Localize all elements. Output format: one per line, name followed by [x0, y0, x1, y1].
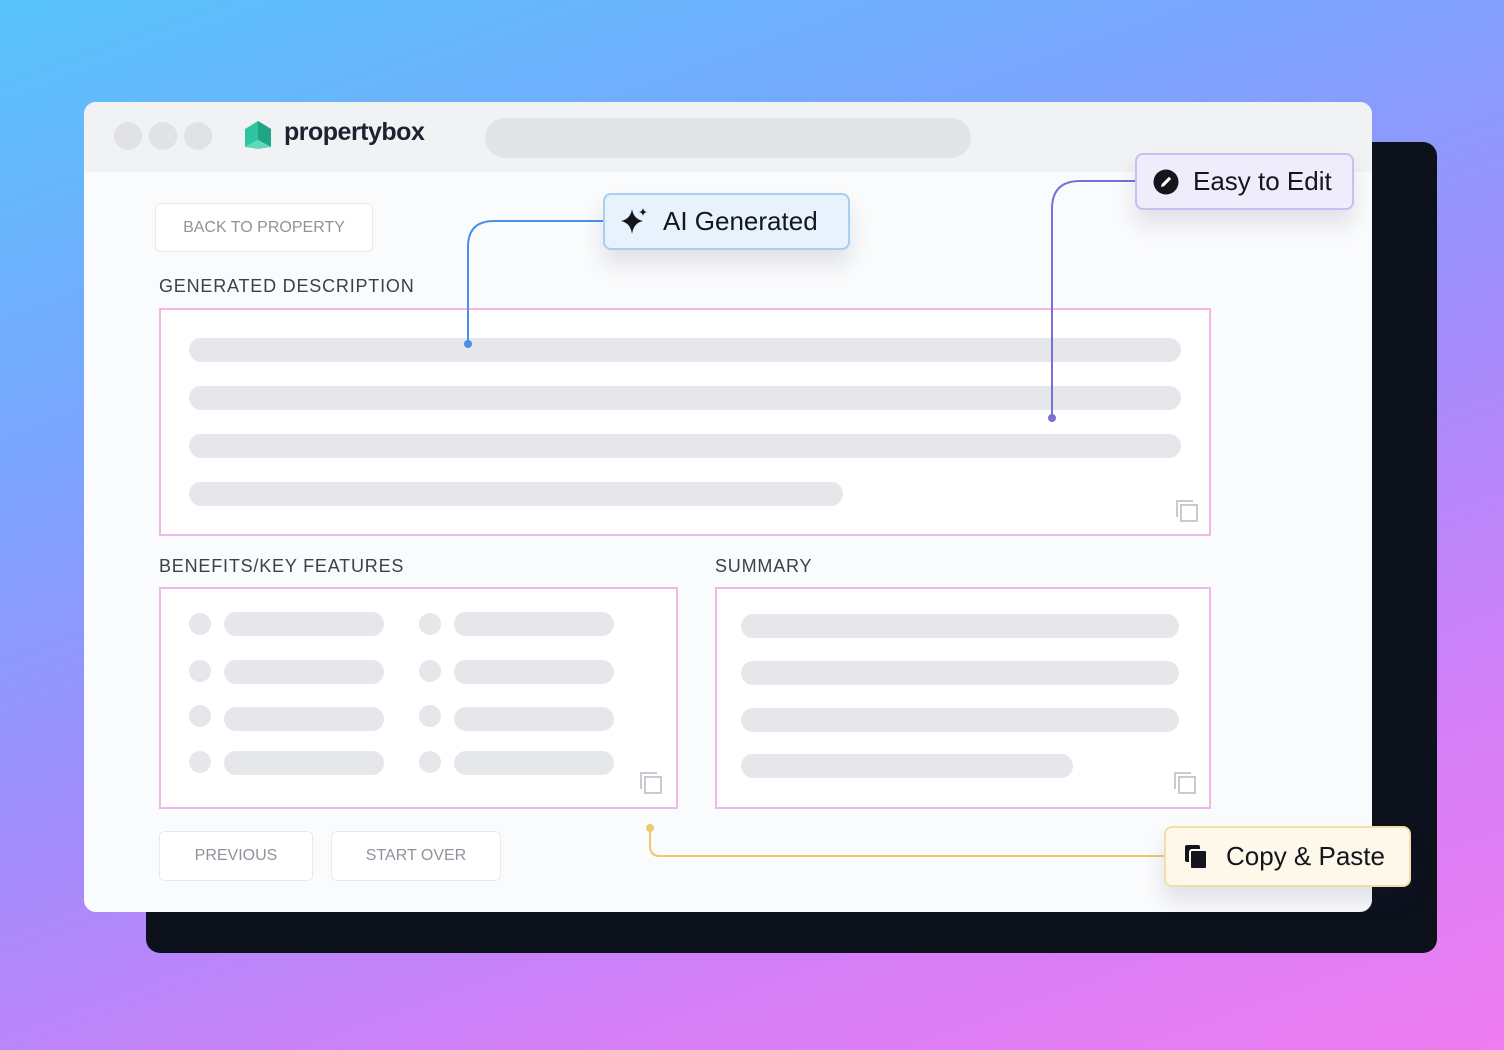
bullet-icon [419, 613, 441, 635]
skeleton-line [189, 338, 1181, 362]
sparkle-icon [619, 207, 649, 237]
benefits-key-features-panel[interactable] [159, 587, 678, 809]
bullet-icon [189, 613, 211, 635]
skeleton-line [741, 754, 1073, 778]
bullet-icon [419, 660, 441, 682]
copy-summary-icon[interactable] [1172, 770, 1198, 796]
start-over-button[interactable]: START OVER [331, 831, 501, 881]
summary-label: SUMMARY [715, 556, 813, 576]
skeleton-line [224, 751, 384, 775]
copy-paste-callout: Copy & Paste [1164, 826, 1411, 887]
window-maximize-dot[interactable] [184, 122, 212, 150]
generated-description-label: GENERATED DESCRIPTION [159, 276, 415, 296]
skeleton-line [224, 660, 384, 684]
generated-description-panel[interactable] [159, 308, 1211, 536]
skeleton-line [224, 612, 384, 636]
back-to-property-button[interactable]: BACK TO PROPERTY [155, 203, 373, 252]
bullet-icon [189, 751, 211, 773]
bullet-icon [189, 705, 211, 727]
copy-icon [1184, 844, 1210, 870]
ai-generated-callout: AI Generated [603, 193, 850, 250]
copy-description-icon[interactable] [1174, 498, 1200, 524]
brand-name: propertybox [284, 118, 425, 146]
ai-generated-label: AI Generated [663, 206, 818, 236]
skeleton-line [454, 660, 614, 684]
easy-to-edit-label: Easy to Edit [1193, 166, 1332, 196]
bullet-icon [419, 705, 441, 727]
copy-features-icon[interactable] [638, 770, 664, 796]
bullet-icon [419, 751, 441, 773]
skeleton-line [454, 751, 614, 775]
skeleton-line [189, 434, 1181, 458]
skeleton-line [741, 661, 1179, 685]
skeleton-line [454, 707, 614, 731]
bullet-icon [189, 660, 211, 682]
window-close-dot[interactable] [114, 122, 142, 150]
skeleton-line [189, 386, 1181, 410]
skeleton-line [741, 614, 1179, 638]
skeleton-line [454, 612, 614, 636]
easy-to-edit-callout: Easy to Edit [1135, 153, 1354, 210]
skeleton-line [189, 482, 843, 506]
edit-icon [1153, 169, 1179, 195]
address-bar[interactable] [485, 118, 971, 158]
previous-button[interactable]: PREVIOUS [159, 831, 313, 881]
skeleton-line [224, 707, 384, 731]
summary-panel[interactable] [715, 587, 1211, 809]
skeleton-line [741, 708, 1179, 732]
window-minimize-dot[interactable] [149, 122, 177, 150]
copy-paste-label: Copy & Paste [1226, 841, 1385, 871]
propertybox-logo-icon [245, 121, 271, 149]
benefits-key-features-label: BENEFITS/KEY FEATURES [159, 556, 405, 576]
